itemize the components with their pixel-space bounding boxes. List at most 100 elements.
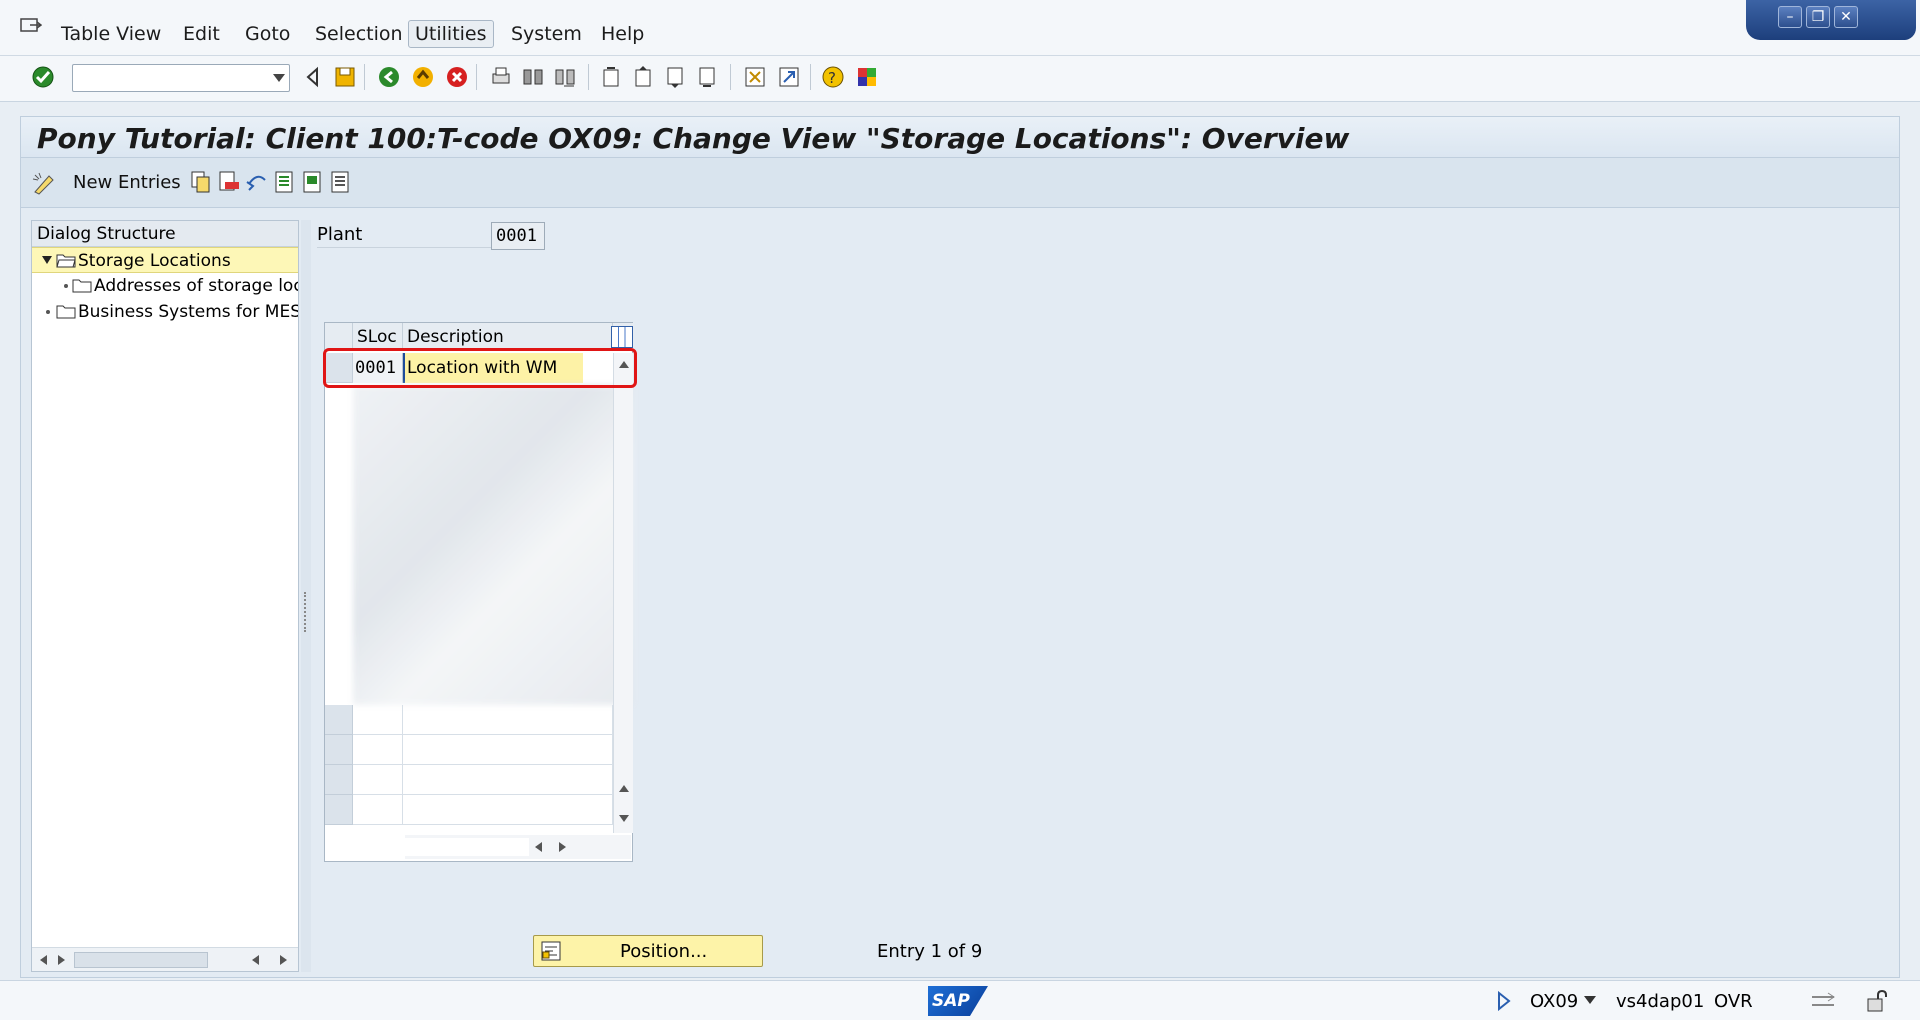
first-page-icon[interactable] xyxy=(598,64,624,90)
blurred-rows xyxy=(353,385,633,705)
row-selector[interactable] xyxy=(325,705,353,735)
menu-table-view[interactable]: Table View xyxy=(54,20,168,48)
table-cell[interactable] xyxy=(353,765,403,795)
table-config-icon[interactable] xyxy=(611,326,633,348)
splitter-grip[interactable] xyxy=(304,592,307,632)
status-bar: SAP OX09 vs4dap01 OVR xyxy=(0,980,1920,1020)
table-cell[interactable] xyxy=(403,705,613,735)
storage-locations-table: SLoc Description 0001 Location with WM xyxy=(324,322,634,862)
screen-title-bar: Pony Tutorial: Client 100:T-code OX09: C… xyxy=(20,116,1900,158)
deselect-all-icon[interactable] xyxy=(329,170,353,194)
find-icon[interactable] xyxy=(520,64,546,90)
position-button[interactable]: Position... xyxy=(533,935,763,967)
tree-horizontal-scrollbar[interactable] xyxy=(32,947,298,971)
scroll-left-icon[interactable] xyxy=(535,842,542,852)
command-input[interactable] xyxy=(75,67,261,89)
table-vertical-scrollbar[interactable] xyxy=(613,353,633,833)
cancel-icon[interactable] xyxy=(444,64,470,90)
next-page-icon[interactable] xyxy=(662,64,688,90)
menu-utilities[interactable]: Utilities xyxy=(408,20,494,48)
scroll-right-icon[interactable] xyxy=(280,955,287,965)
close-icon[interactable]: ✕ xyxy=(1834,6,1858,28)
last-page-icon[interactable] xyxy=(694,64,720,90)
expand-triangle-icon[interactable] xyxy=(42,256,52,264)
column-header-description[interactable]: Description xyxy=(403,323,613,351)
chevron-down-icon[interactable] xyxy=(1584,996,1596,1004)
table-cell[interactable] xyxy=(403,735,613,765)
position-label: Position... xyxy=(620,941,708,962)
plant-label: Plant xyxy=(317,222,511,248)
toolbar-separator xyxy=(364,64,365,90)
find-next-icon[interactable] xyxy=(552,64,578,90)
minimize-icon[interactable]: – xyxy=(1778,6,1802,28)
panel-splitter[interactable] xyxy=(301,220,311,972)
previous-page-icon[interactable] xyxy=(630,64,656,90)
help-icon[interactable]: ? xyxy=(820,64,846,90)
copy-icon[interactable] xyxy=(189,170,213,194)
application-toolbar: New Entries xyxy=(20,158,1900,208)
select-block-icon[interactable] xyxy=(301,170,325,194)
exit-icon[interactable] xyxy=(376,64,402,90)
back-icon[interactable] xyxy=(300,64,326,90)
scroll-right-icon[interactable] xyxy=(559,842,566,852)
new-entries-button[interactable]: New Entries xyxy=(73,172,181,193)
row-selector[interactable] xyxy=(325,765,353,795)
sap-gui-window: Table View Edit Goto Selection Utilities… xyxy=(0,0,1920,1020)
server-name: vs4dap01 xyxy=(1616,991,1705,1012)
scroll-left-icon[interactable] xyxy=(40,955,47,965)
scroll-down-icon[interactable] xyxy=(619,815,629,822)
table-cell[interactable] xyxy=(353,735,403,765)
delete-icon[interactable] xyxy=(217,170,241,194)
create-session-icon[interactable] xyxy=(742,64,768,90)
scroll-left-icon[interactable] xyxy=(252,955,259,965)
menu-system[interactable]: System xyxy=(504,20,589,48)
svg-text:?: ? xyxy=(828,69,836,87)
shortcut-icon[interactable] xyxy=(776,64,802,90)
insert-mode[interactable]: OVR xyxy=(1714,991,1753,1012)
sap-logo: SAP xyxy=(928,986,988,1016)
expand-status-icon[interactable] xyxy=(1496,991,1512,1011)
performance-icon[interactable] xyxy=(1810,991,1836,1011)
highlight-annotation xyxy=(323,348,637,388)
tree-node-business-systems[interactable]: Business Systems for MES xyxy=(32,299,298,325)
menu-goto[interactable]: Goto xyxy=(238,20,297,48)
row-selector[interactable] xyxy=(325,735,353,765)
select-all-icon[interactable] xyxy=(273,170,297,194)
scroll-thumb[interactable] xyxy=(74,952,208,968)
page-title: Pony Tutorial: Client 100:T-code OX09: C… xyxy=(37,122,1350,155)
row-selector[interactable] xyxy=(325,795,353,825)
table-cell[interactable] xyxy=(403,765,613,795)
open-folder-icon xyxy=(56,254,76,268)
chevron-down-icon[interactable] xyxy=(273,74,285,82)
menu-exit-icon[interactable] xyxy=(20,18,42,36)
folder-icon xyxy=(56,305,76,319)
table-cell[interactable] xyxy=(353,795,403,825)
scroll-up-icon[interactable] xyxy=(619,785,629,792)
scroll-right-icon[interactable] xyxy=(58,955,65,965)
undo-change-icon[interactable] xyxy=(245,170,269,194)
save-icon[interactable] xyxy=(332,64,358,90)
scroll-track[interactable] xyxy=(405,838,529,856)
menu-help[interactable]: Help xyxy=(594,20,651,48)
table-cell[interactable] xyxy=(403,795,613,825)
select-all-header[interactable] xyxy=(325,323,353,351)
layout-icon[interactable] xyxy=(854,64,880,90)
enter-icon[interactable] xyxy=(30,64,56,90)
column-header-sloc[interactable]: SLoc xyxy=(353,323,403,351)
command-field[interactable] xyxy=(72,64,290,92)
exit-session-icon[interactable] xyxy=(410,64,436,90)
menu-edit[interactable]: Edit xyxy=(176,20,227,48)
tree-node-addresses[interactable]: Addresses of storage loc xyxy=(32,273,298,299)
tree-node-label: Storage Locations xyxy=(78,251,231,271)
tree-node-storage-locations[interactable]: Storage Locations xyxy=(32,247,298,273)
menu-selection[interactable]: Selection xyxy=(308,20,410,48)
main-content: Dialog Structure Storage Locations Addre… xyxy=(20,208,1900,978)
table-cell[interactable] xyxy=(353,705,403,735)
transaction-code: OX09 xyxy=(1530,991,1579,1012)
print-icon[interactable] xyxy=(488,64,514,90)
security-lock-icon[interactable] xyxy=(1864,989,1890,1013)
new-entries-icon[interactable] xyxy=(31,170,57,196)
table-horizontal-scrollbar[interactable] xyxy=(405,835,631,859)
dialog-structure-panel: Dialog Structure Storage Locations Addre… xyxy=(31,220,299,972)
maximize-icon[interactable]: ❐ xyxy=(1806,6,1830,28)
